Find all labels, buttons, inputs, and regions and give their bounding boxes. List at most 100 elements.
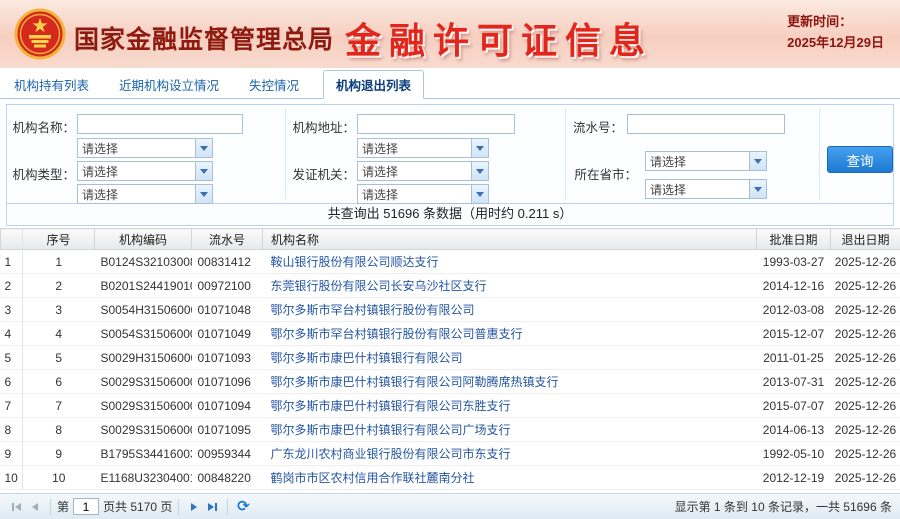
institution-name-link[interactable]: 鄂尔多斯市罕台村镇银行股份有限公司 [271, 303, 475, 317]
code-cell: B1795S344160031 [95, 442, 192, 466]
rownum-cell: 4 [1, 322, 23, 346]
name-cell: 东莞银行股份有限公司长安乌沙社区支行 [263, 274, 757, 298]
table-row[interactable]: 33S0054H31506000101071048鄂尔多斯市罕台村镇银行股份有限… [1, 298, 900, 322]
col-header-serial[interactable]: 流水号 [192, 229, 263, 250]
issuer-select-3[interactable]: 请选择 [357, 184, 489, 204]
table-row[interactable]: 99B1795S34416003100959344广东龙川农村商业银行股份有限公… [1, 442, 900, 466]
name-cell: 鄂尔多斯市康巴什村镇银行有限公司东胜支行 [263, 394, 757, 418]
seq-cell: 5 [23, 346, 95, 370]
col-header-exit-date[interactable]: 退出日期 [831, 229, 900, 250]
region-city-select[interactable]: 请选择 [645, 179, 767, 199]
table-row[interactable]: 11B0124S32103008200831412鞍山银行股份有限公司顺达支行1… [1, 250, 900, 274]
chevron-down-icon[interactable] [749, 180, 766, 198]
rownum-cell: 10 [1, 466, 23, 490]
table-row[interactable]: 22B0201S24419010900972100东莞银行股份有限公司长安乌沙社… [1, 274, 900, 298]
exit-date-cell: 2025-12-26 [831, 250, 900, 274]
table-row[interactable]: 44S0054S31506000101071049鄂尔多斯市罕台村镇银行股份有限… [1, 322, 900, 346]
institution-name-link[interactable]: 鹤岗市市区农村信用合作联社麓南分社 [271, 471, 475, 485]
table-row[interactable]: 66S0029S31506000101071096鄂尔多斯市康巴什村镇银行有限公… [1, 370, 900, 394]
rownum-cell: 3 [1, 298, 23, 322]
paging-toolbar: 第 页共 5170 页 ⟳ 显示第 1 条到 10 条记录，一共 51696 条 [0, 493, 900, 519]
region-province-select[interactable]: 请选择 [645, 151, 767, 171]
first-page-icon [10, 500, 24, 514]
col-header-seq[interactable]: 序号 [23, 229, 95, 250]
chevron-down-icon[interactable] [195, 162, 212, 180]
issuer-select-1[interactable]: 请选择 [357, 138, 489, 158]
name-cell: 鄂尔多斯市康巴什村镇银行有限公司 [263, 346, 757, 370]
chevron-down-icon[interactable] [471, 162, 488, 180]
issuer-select-2[interactable]: 请选择 [357, 161, 489, 181]
page-number-input[interactable] [73, 498, 99, 515]
name-cell: 鞍山银行股份有限公司顺达支行 [263, 250, 757, 274]
exit-date-cell: 2025-12-26 [831, 274, 900, 298]
seq-cell: 2 [23, 274, 95, 298]
col-header-code[interactable]: 机构编码 [95, 229, 192, 250]
table-row[interactable]: 77S0029S31506000301071094鄂尔多斯市康巴什村镇银行有限公… [1, 394, 900, 418]
institution-name-link[interactable]: 鄂尔多斯市康巴什村镇银行有限公司东胜支行 [271, 399, 511, 413]
refresh-button[interactable]: ⟳ [234, 498, 252, 516]
results-grid: 序号 机构编码 流水号 机构名称 批准日期 退出日期 11B0124S32103… [0, 228, 900, 490]
serial-cell: 00848220 [192, 466, 263, 490]
name-cell: 鄂尔多斯市康巴什村镇银行有限公司广场支行 [263, 418, 757, 442]
approve-date-cell: 2011-01-25 [757, 346, 831, 370]
next-page-button[interactable] [185, 498, 203, 516]
name-cell: 鄂尔多斯市康巴什村镇银行有限公司阿勒腾席热镇支行 [263, 370, 757, 394]
national-emblem-icon [14, 8, 66, 60]
institution-name-link[interactable]: 鞍山银行股份有限公司顺达支行 [271, 255, 439, 269]
approve-date-cell: 2012-12-19 [757, 466, 831, 490]
toolbar-separator [178, 499, 179, 515]
rownum-cell: 9 [1, 442, 23, 466]
type-label: 机构类型： [9, 164, 75, 183]
address-input[interactable] [357, 114, 515, 134]
exit-date-cell: 2025-12-26 [831, 322, 900, 346]
institution-name-link[interactable]: 鄂尔多斯市康巴什村镇银行有限公司 [271, 351, 463, 365]
prev-page-button[interactable] [26, 498, 44, 516]
name-label: 机构名称： [9, 117, 75, 136]
institution-name-link[interactable]: 东莞银行股份有限公司长安乌沙社区支行 [271, 279, 487, 293]
seq-cell: 10 [23, 466, 95, 490]
chevron-down-icon[interactable] [471, 185, 488, 203]
address-label: 机构地址： [291, 117, 355, 136]
institution-name-link[interactable]: 鄂尔多斯市康巴什村镇银行有限公司广场支行 [271, 423, 511, 437]
approve-date-cell: 1992-05-10 [757, 442, 831, 466]
table-row[interactable]: 1010E1168U32304001800848220鹤岗市市区农村信用合作联社… [1, 466, 900, 490]
serial-input[interactable] [627, 114, 785, 134]
col-header-approve-date[interactable]: 批准日期 [757, 229, 831, 250]
exit-date-cell: 2025-12-26 [831, 442, 900, 466]
seq-cell: 8 [23, 418, 95, 442]
code-cell: B0201S244190109 [95, 274, 192, 298]
toolbar-separator [227, 499, 228, 515]
tab-exit-list[interactable]: 机构退出列表 [323, 70, 424, 99]
name-cell: 鄂尔多斯市罕台村镇银行股份有限公司 [263, 298, 757, 322]
table-row[interactable]: 88S0029S31506000201071095鄂尔多斯市康巴什村镇银行有限公… [1, 418, 900, 442]
result-summary: 共查询出 51696 条数据（用时约 0.211 s） [6, 204, 894, 226]
institution-name-link[interactable]: 鄂尔多斯市康巴什村镇银行有限公司阿勒腾席热镇支行 [271, 375, 559, 389]
tab-recent-establishment[interactable]: 近期机构设立情况 [113, 71, 225, 98]
exit-date-cell: 2025-12-26 [831, 418, 900, 442]
tab-holding-list[interactable]: 机构持有列表 [8, 71, 95, 98]
chevron-down-icon[interactable] [749, 152, 766, 170]
type-select-2[interactable]: 请选择 [77, 161, 213, 181]
tab-out-of-control[interactable]: 失控情况 [243, 71, 305, 98]
approve-date-cell: 2014-12-16 [757, 274, 831, 298]
search-button[interactable]: 查询 [827, 146, 893, 173]
first-page-button[interactable] [8, 498, 26, 516]
code-cell: S0029H315060001 [95, 346, 192, 370]
table-row[interactable]: 55S0029H31506000101071093鄂尔多斯市康巴什村镇银行有限公… [1, 346, 900, 370]
name-input[interactable] [77, 114, 243, 134]
rownum-cell: 5 [1, 346, 23, 370]
table-header-row: 序号 机构编码 流水号 机构名称 批准日期 退出日期 [1, 229, 900, 250]
code-cell: B0124S321030082 [95, 250, 192, 274]
approve-date-cell: 1993-03-27 [757, 250, 831, 274]
serial-cell: 01071094 [192, 394, 263, 418]
col-header-name[interactable]: 机构名称 [263, 229, 757, 250]
last-page-button[interactable] [203, 498, 221, 516]
chevron-down-icon[interactable] [195, 139, 212, 157]
institution-name-link[interactable]: 鄂尔多斯市罕台村镇银行股份有限公司普惠支行 [271, 327, 523, 341]
type-select-1[interactable]: 请选择 [77, 138, 213, 158]
approve-date-cell: 2015-12-07 [757, 322, 831, 346]
chevron-down-icon[interactable] [195, 185, 212, 203]
type-select-3[interactable]: 请选择 [77, 184, 213, 204]
chevron-down-icon[interactable] [471, 139, 488, 157]
institution-name-link[interactable]: 广东龙川农村商业银行股份有限公司市东支行 [271, 447, 511, 461]
